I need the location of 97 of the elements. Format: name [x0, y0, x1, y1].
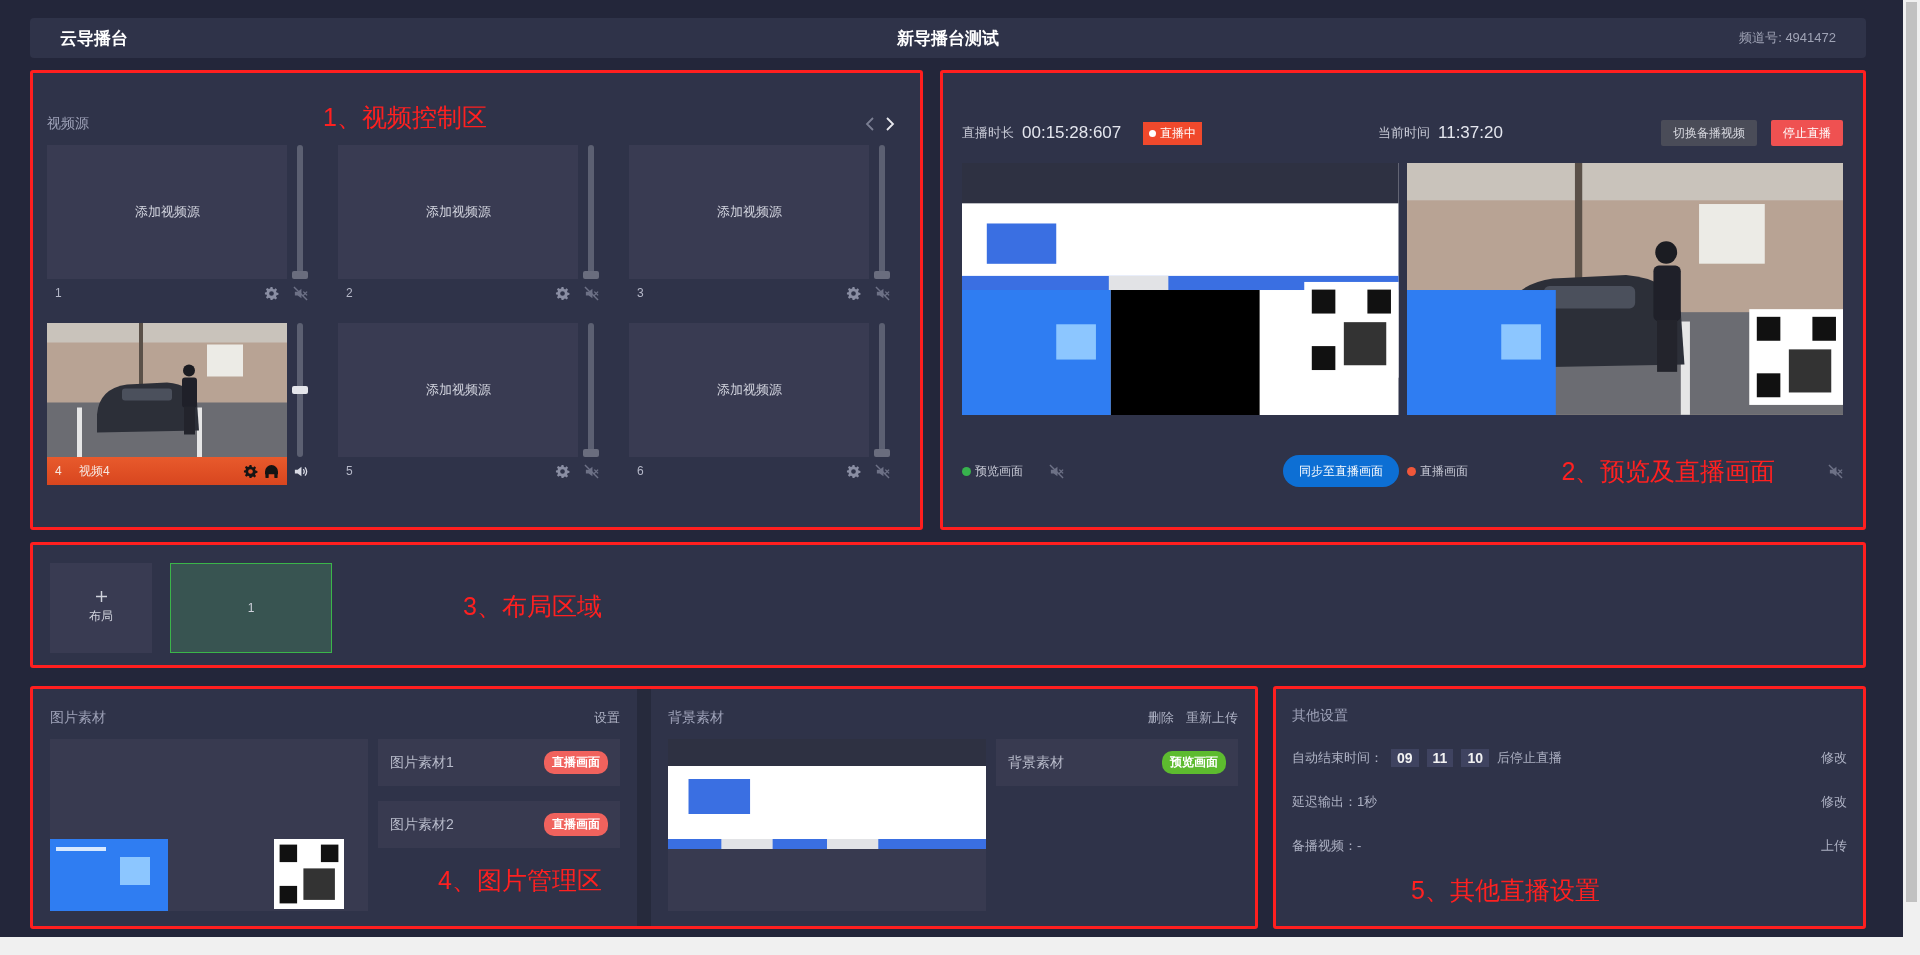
volume-slider[interactable]	[874, 145, 890, 279]
source-footer[interactable]: 3	[629, 279, 869, 307]
source-number: 3	[637, 286, 645, 300]
annotation-label: 3、布局区域	[463, 591, 602, 622]
live-label: 直播画面	[1419, 462, 1468, 480]
source-footer[interactable]: 1	[47, 279, 287, 307]
status-tag: 直播画面	[544, 751, 608, 774]
gear-icon[interactable]	[264, 285, 279, 301]
action-button[interactable]: 切换备播视频	[1661, 120, 1757, 146]
volume-slider[interactable]	[292, 145, 308, 279]
add-source-tile[interactable]: 添加视频源	[629, 323, 869, 457]
section-title: 视频源	[47, 115, 89, 133]
slider-thumb[interactable]	[292, 271, 308, 279]
action-link[interactable]: 重新上传	[1186, 709, 1238, 727]
annotation-label: 5、其他直播设置	[1411, 875, 1600, 906]
gear-icon[interactable]	[555, 285, 570, 301]
material-name: 背景素材	[1008, 753, 1064, 772]
slider-thumb[interactable]	[874, 271, 890, 279]
app-title: 云导播台	[60, 27, 128, 50]
material-name: 图片素材2	[390, 815, 454, 834]
source-number: 1	[55, 286, 63, 300]
annotation-label: 1、视频控制区	[323, 102, 487, 133]
muted-speaker-icon[interactable]	[583, 285, 599, 301]
time-label: 当前时间	[1378, 124, 1430, 142]
setting-label: 备播视频：-	[1292, 837, 1362, 855]
material-item[interactable]: 背景素材 预览画面	[996, 739, 1238, 786]
layout-tile[interactable]: 1	[170, 563, 332, 653]
volume-slider[interactable]	[874, 323, 890, 457]
sync-button[interactable]: 同步至直播画面	[1282, 455, 1399, 487]
flip-digit: 09	[1391, 749, 1419, 767]
status-dot	[962, 466, 971, 476]
slider-thumb[interactable]	[874, 449, 890, 457]
source-number: 5	[346, 464, 354, 478]
edit-link[interactable]: 上传	[1821, 837, 1847, 855]
vertical-scrollbar[interactable]	[1903, 0, 1920, 955]
edit-link[interactable]: 修改	[1821, 793, 1847, 811]
live-duration: 00:15:28:607	[1022, 123, 1122, 143]
source-footer[interactable]: 4 视频4	[47, 457, 287, 485]
muted-speaker-icon[interactable]	[583, 463, 599, 479]
gear-icon[interactable]	[243, 463, 258, 479]
gear-icon[interactable]	[846, 285, 861, 301]
preview-label: 预览画面	[975, 462, 1023, 480]
live-badge: 直播中	[1143, 121, 1203, 145]
source-name: 视频4	[79, 462, 110, 480]
add-source-tile[interactable]: 添加视频源	[338, 145, 578, 279]
volume-slider[interactable]	[583, 323, 599, 457]
status-tag: 直播画面	[544, 813, 608, 836]
add-source-tile[interactable]: 添加视频源	[47, 145, 287, 279]
muted-speaker-icon[interactable]	[874, 285, 890, 301]
muted-speaker-icon[interactable]	[1828, 463, 1843, 479]
action-link[interactable]: 删除	[1148, 709, 1174, 727]
source-footer[interactable]: 6	[629, 457, 869, 485]
gear-icon[interactable]	[846, 463, 861, 479]
plus-icon	[95, 591, 107, 602]
volume-slider[interactable]	[583, 145, 599, 279]
section-title: 图片素材	[50, 709, 106, 727]
annotation-label: 4、图片管理区	[438, 865, 602, 896]
section-title: 背景素材	[668, 709, 724, 727]
source-number: 6	[637, 464, 645, 478]
channel-number: 频道号: 4941472	[1739, 29, 1836, 47]
horizontal-scrollbar[interactable]	[0, 937, 1903, 955]
muted-speaker-icon[interactable]	[1049, 463, 1064, 479]
chevron-right-icon[interactable]	[885, 116, 895, 132]
edit-link[interactable]: 修改	[1821, 749, 1847, 767]
headphones-icon[interactable]	[264, 463, 279, 479]
add-source-tile[interactable]: 添加视频源	[629, 145, 869, 279]
add-layout-button[interactable]: 布局	[50, 563, 152, 653]
action-button[interactable]: 停止直播	[1771, 120, 1843, 146]
volume-slider[interactable]	[292, 323, 308, 457]
slider-thumb[interactable]	[583, 271, 599, 279]
annotation-label: 2、预览及直播画面	[1561, 455, 1776, 487]
status-tag: 预览画面	[1162, 751, 1226, 774]
material-item[interactable]: 图片素材1 直播画面	[378, 739, 620, 786]
source-number: 4	[55, 464, 63, 478]
source-footer[interactable]: 5	[338, 457, 578, 485]
material-name: 图片素材1	[390, 753, 454, 772]
settings-link[interactable]: 设置	[594, 709, 620, 727]
section-title: 其他设置	[1292, 707, 1349, 725]
gear-icon[interactable]	[555, 463, 570, 479]
flip-digit: 10	[1461, 749, 1489, 767]
slider-thumb[interactable]	[583, 449, 599, 457]
muted-speaker-icon[interactable]	[874, 463, 890, 479]
status-dot	[1406, 466, 1416, 476]
material-item[interactable]: 图片素材2 直播画面	[378, 801, 620, 848]
muted-speaker-icon[interactable]	[292, 285, 308, 301]
current-time: 11:37:20	[1438, 123, 1503, 143]
source-number: 2	[346, 286, 354, 300]
setting-label: 延迟输出：1秒	[1292, 793, 1378, 811]
flip-digit: 11	[1426, 749, 1454, 767]
setting-label: 后停止直播	[1496, 749, 1562, 767]
source-footer[interactable]: 2	[338, 279, 578, 307]
stream-title: 新导播台测试	[897, 27, 999, 50]
chevron-left-icon[interactable]	[865, 116, 875, 132]
add-source-tile[interactable]: 添加视频源	[338, 323, 578, 457]
duration-label: 直播时长	[962, 124, 1014, 142]
slider-thumb[interactable]	[292, 386, 308, 394]
setting-label: 自动结束时间：	[1292, 749, 1383, 767]
